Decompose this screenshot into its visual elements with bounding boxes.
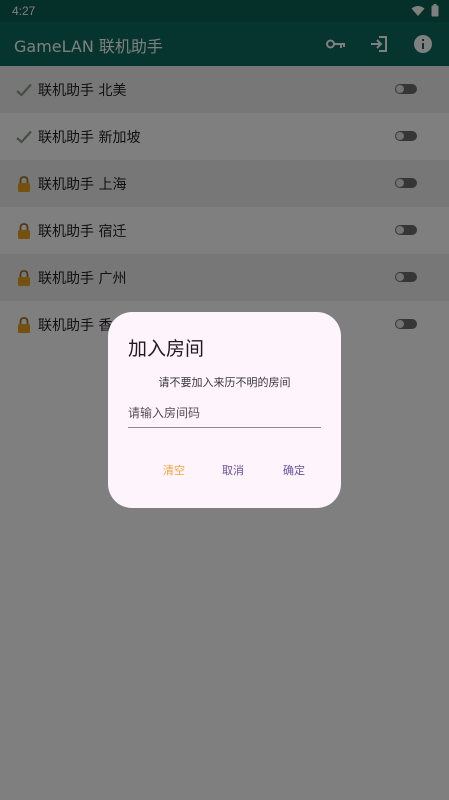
- room-code-input[interactable]: 请输入房间码: [128, 402, 321, 428]
- confirm-button[interactable]: 确定: [283, 462, 305, 478]
- dialog-message: 请不要加入来历不明的房间: [158, 376, 291, 389]
- join-room-dialog: 加入房间 请不要加入来历不明的房间 请输入房间码 清空 取消 确定: [108, 312, 341, 508]
- clear-button[interactable]: 清空: [163, 462, 185, 478]
- cancel-button[interactable]: 取消: [222, 462, 244, 478]
- dialog-title: 加入房间: [128, 338, 205, 360]
